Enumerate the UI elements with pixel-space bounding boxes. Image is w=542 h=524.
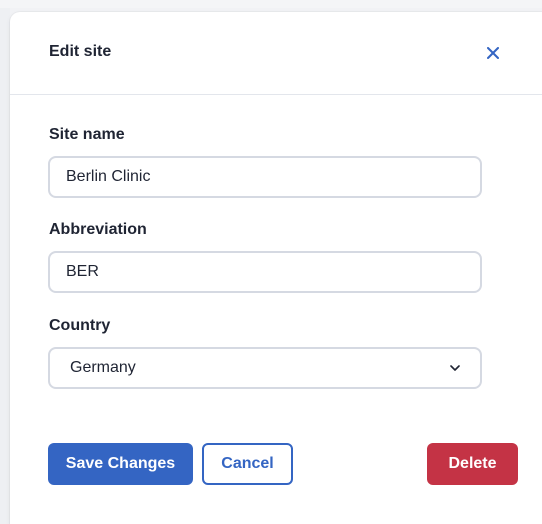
site-name-label: Site name [49,126,125,143]
country-select-value: Germany [70,359,136,376]
country-label: Country [49,317,111,334]
site-name-input[interactable] [48,156,482,198]
modal-title: Edit site [49,43,112,60]
save-changes-button[interactable]: Save Changes [48,443,193,485]
country-select[interactable]: Germany [48,347,482,389]
abbreviation-label: Abbreviation [49,221,147,238]
page-background [0,0,542,8]
close-icon [487,47,499,59]
delete-button[interactable]: Delete [427,443,518,485]
page-backdrop-edge [0,8,10,524]
modal-header: Edit site [10,12,542,95]
abbreviation-input[interactable] [48,251,482,293]
close-button[interactable] [482,42,504,64]
edit-site-modal: Edit site Site name Abbreviation Country… [10,12,542,524]
chevron-down-icon [450,365,460,371]
cancel-button[interactable]: Cancel [202,443,293,485]
